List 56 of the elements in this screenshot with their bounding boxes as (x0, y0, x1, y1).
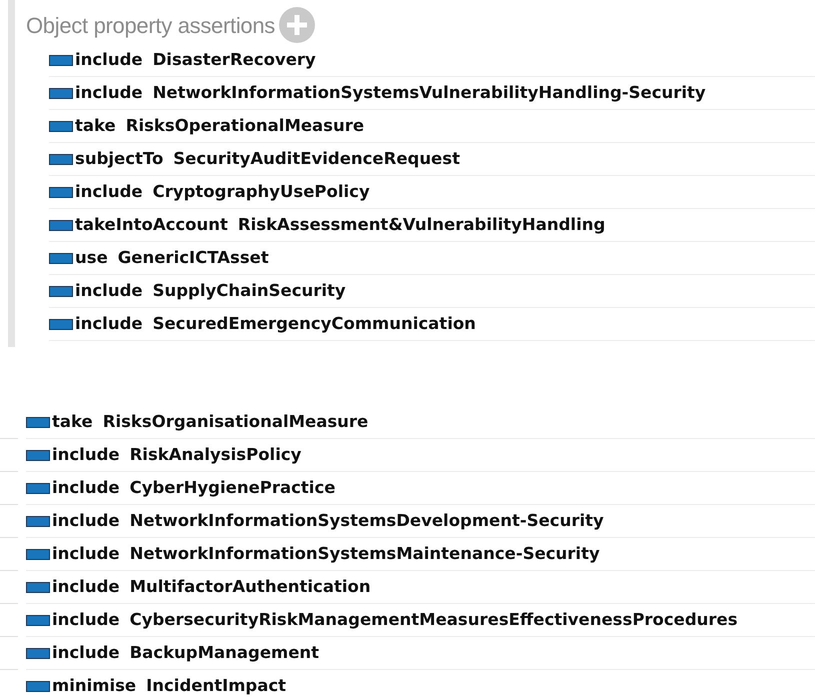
add-icon[interactable] (278, 7, 315, 43)
object-property-icon (26, 516, 50, 526)
object-property-icon (26, 582, 50, 592)
property-name: include (52, 576, 120, 598)
individual-name: NetworkInformationSystemsMaintenance-Security (130, 542, 600, 565)
property-name: include (52, 608, 120, 631)
property-name: take (75, 114, 116, 137)
individual-name: NetworkInformationSystemsVulnerabilityHandling-Security (152, 82, 706, 104)
individual-name: CybersecurityRiskManagementMeasuresEffectivenessProcedures (130, 608, 738, 631)
object-property-icon (49, 88, 73, 98)
object-property-icon (26, 416, 50, 428)
individual-name: RisksOperationalMeasure (126, 114, 364, 137)
individual-name: SupplyChainSecurity (152, 280, 346, 302)
property-name: include (52, 542, 120, 565)
section-title: Object property assertions (26, 12, 275, 40)
property-name: include (75, 312, 143, 335)
object-property-icon (49, 220, 73, 230)
object-property-icon (49, 54, 73, 66)
individual-name: RiskAssessment&VulnerabilityHandling (238, 214, 606, 236)
individual-name: CyberHygienePractice (130, 476, 336, 499)
individual-name: RiskAnalysisPolicy (130, 444, 302, 466)
property-name: use (75, 246, 108, 269)
individual-name: IncidentImpact (146, 675, 286, 698)
object-property-icon (26, 648, 50, 658)
individual-name: NetworkInformationSystemsDevelopment-Security (130, 510, 604, 532)
object-property-icon (26, 482, 50, 494)
property-name: subjectTo (75, 148, 164, 170)
object-property-icon (49, 120, 73, 132)
individual-name: MultifactorAuthentication (130, 576, 371, 598)
property-name: include (52, 642, 120, 664)
property-name: include (52, 510, 120, 532)
object-property-icon (49, 286, 73, 296)
individual-name: RisksOrganisationalMeasure (102, 410, 368, 433)
object-property-icon (49, 252, 73, 264)
individual-name: BackupManagement (130, 642, 320, 664)
individual-name: SecurityAuditEvidenceRequest (173, 148, 460, 170)
object-property-icon (49, 154, 73, 164)
object-property-icon (26, 548, 50, 560)
property-name: include (52, 476, 120, 499)
property-name: include (75, 180, 143, 203)
individual-name: DisasterRecovery (152, 48, 316, 71)
property-name: include (75, 48, 143, 71)
object-property-icon (26, 681, 50, 692)
property-name: include (52, 444, 120, 466)
object-property-icon (26, 450, 50, 460)
property-name: include (75, 82, 143, 104)
individual-name: SecuredEmergencyCommunication (152, 312, 476, 335)
property-name: takeIntoAccount (75, 214, 228, 236)
object-property-icon (26, 614, 50, 626)
individual-name: CryptographyUsePolicy (152, 180, 370, 203)
property-name: minimise (52, 675, 136, 698)
object-property-icon (49, 186, 73, 198)
object-property-icon (49, 318, 73, 330)
property-name: take (52, 410, 93, 433)
property-name: include (75, 280, 143, 302)
individual-name: GenericICTAsset (118, 246, 269, 269)
